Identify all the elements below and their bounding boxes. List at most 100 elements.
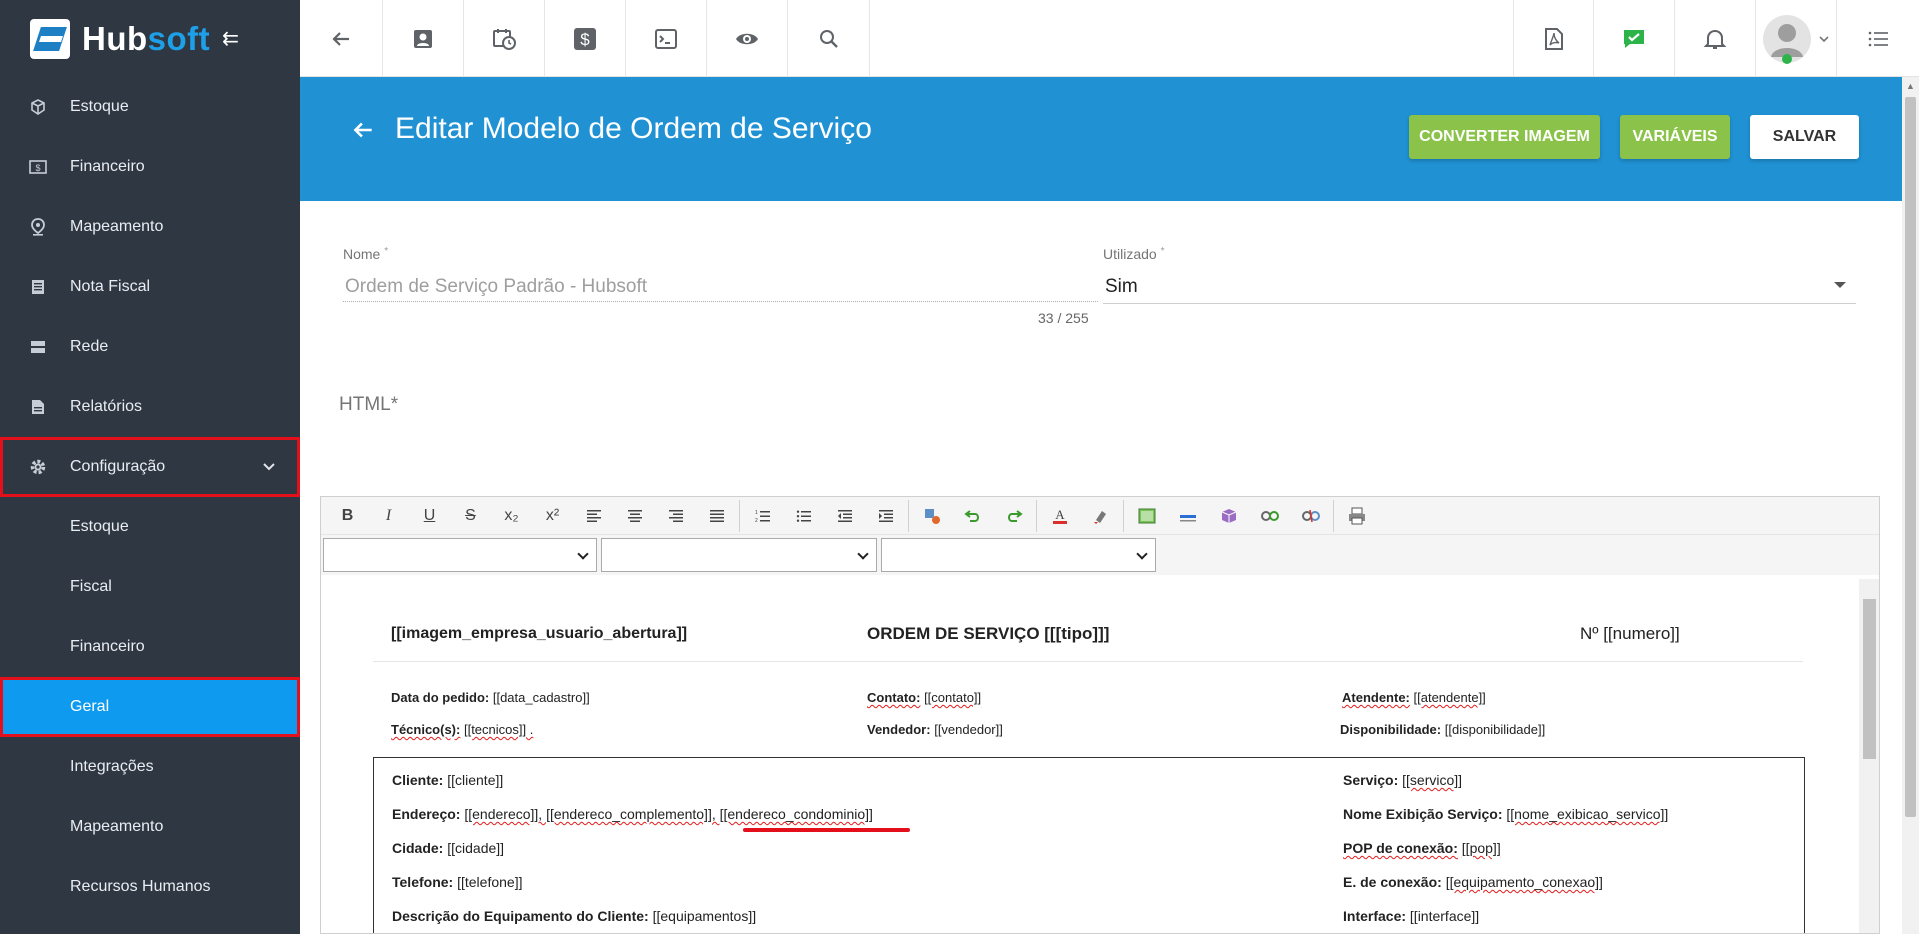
align-justify-icon[interactable]: [696, 500, 737, 532]
sidebar-subitem-fiscal[interactable]: Fiscal: [0, 557, 300, 617]
align-right-icon[interactable]: [655, 500, 696, 532]
sidebar-subitem-estoque[interactable]: Estoque: [0, 497, 300, 557]
back-arrow-icon[interactable]: [350, 117, 376, 150]
field-nome-exibicao-servico: Nome Exibição Serviço: [[nome_exibicao_s…: [1343, 806, 1669, 822]
server-icon: [29, 338, 47, 356]
list-icon[interactable]: [1837, 0, 1919, 77]
horizontal-rule-icon[interactable]: [1167, 500, 1208, 532]
sidebar-subitem-integracoes[interactable]: Integrações: [0, 737, 300, 797]
superscript-button[interactable]: x²: [532, 500, 573, 532]
eye-icon[interactable]: [707, 0, 788, 77]
align-center-icon[interactable]: [614, 500, 655, 532]
html-editor: B I U S x₂ x² 12 A [[imagem_empresa_usua…: [320, 496, 1880, 934]
svg-text:1: 1: [755, 510, 758, 516]
bold-button[interactable]: B: [327, 500, 368, 532]
field-interface: Interface: [[interface]]: [1343, 908, 1480, 924]
variables-button[interactable]: VARIÁVEIS: [1620, 115, 1730, 159]
highlight-color-icon[interactable]: [1080, 500, 1121, 532]
sidebar-item-relatorios[interactable]: Relatórios: [0, 377, 300, 437]
annotation-underline: [743, 828, 910, 832]
undo-icon[interactable]: [952, 500, 993, 532]
box-icon: [29, 98, 47, 116]
sidebar-subitem-financeiro[interactable]: Financeiro: [0, 617, 300, 677]
sidebar-subitem-geral[interactable]: Geral: [0, 677, 300, 737]
hubsoft-logo-icon: [30, 18, 70, 59]
ordered-list-icon[interactable]: 12: [742, 500, 783, 532]
redo-icon[interactable]: [993, 500, 1034, 532]
name-input[interactable]: [343, 272, 1098, 302]
contact-icon[interactable]: [383, 0, 464, 77]
terminal-icon[interactable]: [626, 0, 707, 77]
chevron-down-icon: [263, 458, 275, 474]
editor-scrollbar-thumb[interactable]: [1863, 599, 1876, 759]
sidebar-item-configuracao[interactable]: Configuração: [0, 437, 300, 497]
scroll-up-icon[interactable]: ▲: [1906, 81, 1915, 91]
convert-image-button[interactable]: CONVERTER IMAGEM: [1409, 115, 1600, 159]
sidebar-item-estoque[interactable]: Estoque: [0, 77, 300, 137]
text-color-icon[interactable]: A: [1039, 500, 1080, 532]
used-label: Utilizado *: [1103, 246, 1165, 262]
calendar-clock-icon[interactable]: [464, 0, 545, 77]
subscript-button[interactable]: x₂: [491, 500, 532, 532]
avatar[interactable]: [1756, 0, 1837, 77]
strikethrough-button[interactable]: S: [450, 500, 491, 532]
editor-scrollbar[interactable]: [1859, 579, 1879, 933]
field-cidade: Cidade: [[cidade]]: [392, 840, 505, 856]
align-left-icon[interactable]: [573, 500, 614, 532]
toolbar-divider: [739, 499, 740, 532]
toolbar-divider: [1036, 499, 1037, 532]
insert-object-icon[interactable]: [1208, 500, 1249, 532]
svg-text:$: $: [35, 163, 40, 173]
brand-name: Hubsoft: [82, 19, 211, 57]
sidebar-item-label: Relatórios: [70, 398, 143, 415]
used-select-value: Sim: [1105, 275, 1138, 297]
field-servico: Serviço: [[servico]]: [1343, 772, 1463, 788]
field-cliente: Cliente: [[cliente]]: [392, 772, 504, 788]
page-scrollbar[interactable]: ▲: [1902, 77, 1919, 934]
document-area[interactable]: [[imagem_empresa_usuario_abertura]] ORDE…: [321, 579, 1859, 933]
indent-icon[interactable]: [865, 500, 906, 532]
format-painter-icon[interactable]: [911, 500, 952, 532]
field-equipamentos: Descrição do Equipamento do Cliente: [[e…: [392, 908, 757, 924]
sidebar-item-nota-fiscal[interactable]: Nota Fiscal: [0, 257, 300, 317]
sidebar-item-rede[interactable]: Rede: [0, 317, 300, 377]
page-header: Editar Modelo de Ordem de Serviço CONVER…: [300, 77, 1902, 201]
outdent-icon[interactable]: [824, 500, 865, 532]
font-family-select[interactable]: [601, 538, 877, 572]
sidebar-subitem-recursos-humanos[interactable]: Recursos Humanos: [0, 857, 300, 917]
collapse-menu-icon[interactable]: ⇇: [222, 26, 239, 51]
sidebar-item-label: Nota Fiscal: [70, 278, 151, 295]
field-data-pedido: Data do pedido: [[data_cadastro]]: [391, 690, 590, 705]
pdf-icon[interactable]: [1513, 0, 1594, 77]
chat-check-icon[interactable]: [1594, 0, 1675, 77]
unordered-list-icon[interactable]: [783, 500, 824, 532]
image-icon[interactable]: [1126, 500, 1167, 532]
used-select[interactable]: Sim: [1103, 270, 1856, 304]
company-logo-variable: [[imagem_empresa_usuario_abertura]]: [391, 625, 688, 642]
sidebar-item-label: Rede: [70, 338, 109, 355]
sidebar-item-mapeamento[interactable]: Mapeamento: [0, 197, 300, 257]
scrollbar-thumb[interactable]: [1905, 97, 1916, 817]
sidebar-item-financeiro[interactable]: $ Financeiro: [0, 137, 300, 197]
save-button[interactable]: SALVAR: [1750, 115, 1859, 159]
italic-button[interactable]: I: [368, 500, 409, 532]
toolbar-divider: [1123, 499, 1124, 532]
format-select[interactable]: [323, 538, 597, 572]
back-arrow-icon[interactable]: [300, 0, 383, 77]
dollar-icon[interactable]: $: [545, 0, 626, 77]
field-equipamento-conexao: E. de conexão: [[equipamento_conexao]]: [1343, 874, 1603, 890]
sidebar-item-label: Financeiro: [70, 158, 145, 175]
link-icon[interactable]: [1249, 500, 1290, 532]
print-icon[interactable]: [1336, 500, 1377, 532]
sidebar-subitem-mapeamento[interactable]: Mapeamento: [0, 797, 300, 857]
svg-text:A: A: [1055, 507, 1065, 522]
editor-selects: [321, 535, 1879, 575]
unlink-icon[interactable]: [1290, 500, 1331, 532]
document-title: ORDEM DE SERVIÇO [[[tipo]]]: [867, 624, 1110, 643]
bell-icon[interactable]: [1675, 0, 1756, 77]
font-size-select[interactable]: [881, 538, 1156, 572]
html-label: HTML*: [339, 394, 399, 415]
chevron-down-icon: [1819, 30, 1829, 48]
underline-button[interactable]: U: [409, 500, 450, 532]
search-icon[interactable]: [788, 0, 870, 77]
